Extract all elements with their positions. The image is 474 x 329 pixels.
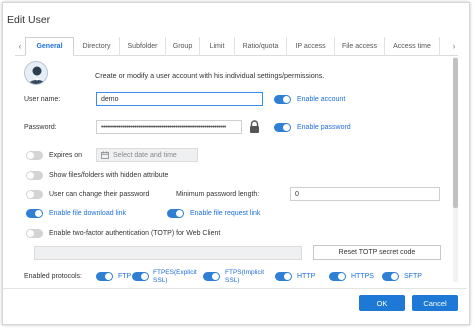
tab-ratio-quota[interactable]: Ratio/quota — [235, 37, 287, 56]
enable-password-label: Enable password — [297, 124, 351, 131]
password-value: ••••••••••••••••••••••••••••••••••••••••… — [101, 123, 226, 131]
tab-subfolder[interactable]: Subfolder — [120, 37, 166, 56]
calendar-icon — [101, 151, 109, 159]
file-download-link-label: Enable file download link — [49, 210, 127, 217]
user-avatar-icon — [24, 61, 48, 85]
file-request-link-label: Enable file request link — [190, 210, 261, 217]
password-input[interactable]: ••••••••••••••••••••••••••••••••••••••••… — [96, 120, 242, 134]
protocol-http-label: HTTP — [297, 273, 316, 280]
chevron-right-icon[interactable]: › — [450, 37, 458, 55]
min-password-length-input[interactable]: 0 — [290, 187, 440, 201]
protocol-sftp-toggle[interactable] — [382, 272, 399, 281]
chevron-left-icon[interactable]: ‹ — [16, 37, 24, 55]
tab-access-time[interactable]: Access time — [385, 37, 440, 56]
password-label: Password: — [24, 124, 57, 131]
tab-general[interactable]: General — [25, 37, 74, 56]
protocol-ftp-label: FTP — [118, 273, 132, 280]
protocol-ftp-toggle[interactable] — [96, 272, 113, 281]
enable-account-toggle[interactable] — [274, 95, 291, 104]
show-hidden-toggle[interactable] — [26, 171, 43, 180]
tab-limit[interactable]: Limit — [200, 37, 235, 56]
two-factor-toggle[interactable] — [26, 229, 43, 238]
tab-directory[interactable]: Directory — [74, 37, 120, 56]
tab-file-access[interactable]: File access — [335, 37, 385, 56]
scrollbar-thumb[interactable] — [453, 58, 458, 208]
general-description: Create or modify a user account with his… — [95, 71, 325, 80]
file-download-link-toggle[interactable] — [26, 209, 43, 218]
lock-icon[interactable] — [249, 120, 260, 134]
enable-account-label: Enable account — [297, 96, 346, 103]
protocol-http-toggle[interactable] — [275, 272, 292, 281]
change-password-label: User can change their password — [49, 191, 150, 198]
two-factor-label: Enable two-factor authentication (TOTP) … — [49, 230, 221, 237]
enable-password-toggle[interactable] — [274, 123, 291, 132]
reset-totp-button[interactable]: Reset TOTP secret code — [313, 245, 441, 260]
username-input[interactable]: demo — [96, 92, 263, 106]
protocol-https-toggle[interactable] — [329, 272, 346, 281]
tab-group[interactable]: Group — [166, 37, 200, 56]
totp-secret-field[interactable] — [34, 246, 302, 260]
tab-bar: ‹ General Directory Subfolder Group Limi… — [15, 37, 458, 56]
enabled-protocols-label: Enabled protocols: — [24, 273, 82, 280]
min-password-length-label: Minimum password length: — [176, 191, 260, 198]
change-password-toggle[interactable] — [26, 190, 43, 199]
protocol-ftps-label: FTPS(Implicit SSL) — [225, 269, 264, 284]
protocol-https-label: HTTPS — [351, 273, 374, 280]
tab-ip-access[interactable]: IP access — [287, 37, 335, 56]
protocol-ftps-toggle[interactable] — [203, 272, 220, 281]
protocol-ftpes-label: FTPES(Explicit SSL) — [153, 269, 197, 284]
protocol-ftpes-toggle[interactable] — [132, 272, 149, 281]
expires-on-toggle[interactable] — [26, 151, 43, 160]
file-request-link-toggle[interactable] — [167, 209, 184, 218]
footer-divider — [1, 288, 467, 289]
cancel-button[interactable]: Cancel — [412, 295, 458, 311]
expires-on-label: Expires on — [49, 152, 83, 159]
username-label: User name: — [24, 96, 61, 103]
show-hidden-label: Show files/folders with hidden attribute — [49, 172, 169, 179]
expiry-date-input[interactable]: Select date and time — [96, 148, 198, 162]
expiry-date-placeholder: Select date and time — [113, 151, 177, 159]
ok-button[interactable]: OK — [359, 295, 405, 311]
protocol-sftp-label: SFTP — [404, 273, 422, 280]
dialog-title: Edit User — [7, 14, 51, 26]
